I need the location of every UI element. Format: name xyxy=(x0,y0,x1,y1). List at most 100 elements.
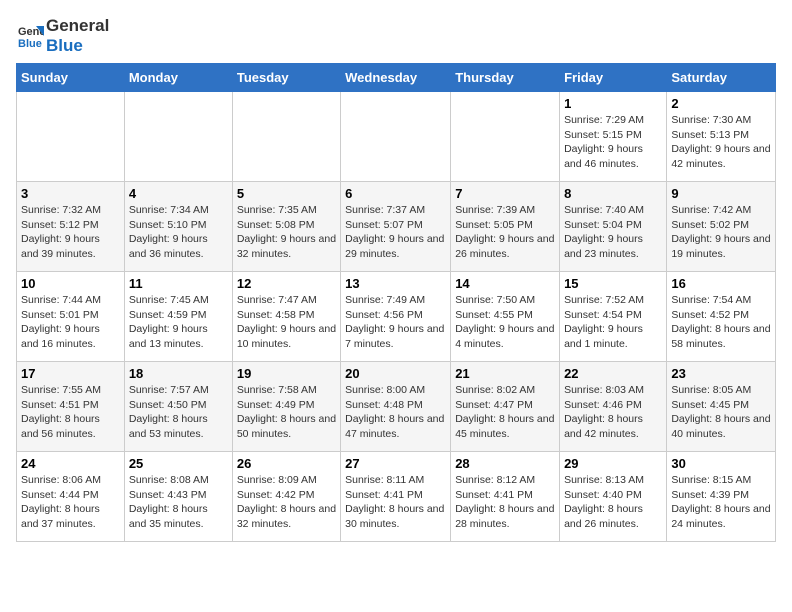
day-info: Sunrise: 7:55 AM Sunset: 4:51 PM Dayligh… xyxy=(21,383,120,442)
day-cell: 10 Sunrise: 7:44 AM Sunset: 5:01 PM Dayli… xyxy=(17,272,125,362)
weekday-header-monday: Monday xyxy=(124,64,232,92)
day-cell: 21 Sunrise: 8:02 AM Sunset: 4:47 PM Dayli… xyxy=(451,362,560,452)
day-cell: 1 Sunrise: 7:29 AM Sunset: 5:15 PM Daylig… xyxy=(560,92,667,182)
day-cell: 30 Sunrise: 8:15 AM Sunset: 4:39 PM Dayli… xyxy=(667,452,776,542)
week-row-3: 10 Sunrise: 7:44 AM Sunset: 5:01 PM Dayli… xyxy=(17,272,776,362)
day-cell: 2 Sunrise: 7:30 AM Sunset: 5:13 PM Daylig… xyxy=(667,92,776,182)
day-number: 2 xyxy=(671,96,771,111)
svg-text:Blue: Blue xyxy=(18,38,42,50)
day-info: Sunrise: 8:09 AM Sunset: 4:42 PM Dayligh… xyxy=(237,473,336,532)
day-info: Sunrise: 7:49 AM Sunset: 4:56 PM Dayligh… xyxy=(345,293,446,352)
day-number: 8 xyxy=(564,186,662,201)
day-cell: 23Sunrise: 8:05 AM Sunset: 4:45 PM Dayli… xyxy=(667,362,776,452)
day-number: 18 xyxy=(129,366,228,381)
day-number: 4 xyxy=(129,186,228,201)
day-info: Sunrise: 7:58 AM Sunset: 4:49 PM Dayligh… xyxy=(237,383,336,442)
day-cell xyxy=(341,92,451,182)
day-info: Sunrise: 8:12 AM Sunset: 4:41 PM Dayligh… xyxy=(455,473,555,532)
day-number: 27 xyxy=(345,456,446,471)
day-cell: 5 Sunrise: 7:35 AM Sunset: 5:08 PM Daylig… xyxy=(232,182,340,272)
day-info: Sunrise: 7:35 AM Sunset: 5:08 PM Dayligh… xyxy=(237,203,336,262)
day-number: 13 xyxy=(345,276,446,291)
day-number: 3 xyxy=(21,186,120,201)
day-number: 28 xyxy=(455,456,555,471)
day-cell: 3 Sunrise: 7:32 AM Sunset: 5:12 PM Daylig… xyxy=(17,182,125,272)
day-number: 29 xyxy=(564,456,662,471)
day-number: 15 xyxy=(564,276,662,291)
day-number: 1 xyxy=(564,96,662,111)
weekday-header-friday: Friday xyxy=(560,64,667,92)
day-cell: 8 Sunrise: 7:40 AM Sunset: 5:04 PM Daylig… xyxy=(560,182,667,272)
day-info: Sunrise: 7:50 AM Sunset: 4:55 PM Dayligh… xyxy=(455,293,555,352)
day-cell: 7 Sunrise: 7:39 AM Sunset: 5:05 PM Daylig… xyxy=(451,182,560,272)
day-number: 7 xyxy=(455,186,555,201)
day-info: Sunrise: 8:02 AM Sunset: 4:47 PM Dayligh… xyxy=(455,383,555,442)
day-number: 26 xyxy=(237,456,336,471)
week-row-2: 3 Sunrise: 7:32 AM Sunset: 5:12 PM Daylig… xyxy=(17,182,776,272)
day-cell: 26 Sunrise: 8:09 AM Sunset: 4:42 PM Dayli… xyxy=(232,452,340,542)
day-number: 17 xyxy=(21,366,120,381)
day-cell: 11 Sunrise: 7:45 AM Sunset: 4:59 PM Dayli… xyxy=(124,272,232,362)
day-number: 10 xyxy=(21,276,120,291)
day-number: 19 xyxy=(237,366,336,381)
day-info: Sunrise: 7:45 AM Sunset: 4:59 PM Dayligh… xyxy=(129,293,228,352)
week-row-5: 24Sunrise: 8:06 AM Sunset: 4:44 PM Dayli… xyxy=(17,452,776,542)
weekday-header-tuesday: Tuesday xyxy=(232,64,340,92)
calendar-table: SundayMondayTuesdayWednesdayThursdayFrid… xyxy=(16,63,776,542)
day-cell xyxy=(124,92,232,182)
day-cell: 28 Sunrise: 8:12 AM Sunset: 4:41 PM Dayli… xyxy=(451,452,560,542)
day-cell: 14 Sunrise: 7:50 AM Sunset: 4:55 PM Dayli… xyxy=(451,272,560,362)
day-cell: 22Sunrise: 8:03 AM Sunset: 4:46 PM Dayli… xyxy=(560,362,667,452)
day-number: 16 xyxy=(671,276,771,291)
weekday-header-row: SundayMondayTuesdayWednesdayThursdayFrid… xyxy=(17,64,776,92)
day-cell: 29 Sunrise: 8:13 AM Sunset: 4:40 PM Dayli… xyxy=(560,452,667,542)
logo-icon: General Blue xyxy=(16,22,44,50)
day-info: Sunrise: 7:52 AM Sunset: 4:54 PM Dayligh… xyxy=(564,293,662,352)
week-row-1: 1 Sunrise: 7:29 AM Sunset: 5:15 PM Daylig… xyxy=(17,92,776,182)
day-cell xyxy=(451,92,560,182)
day-number: 5 xyxy=(237,186,336,201)
page-header: General Blue General Blue xyxy=(16,16,776,55)
day-info: Sunrise: 8:15 AM Sunset: 4:39 PM Dayligh… xyxy=(671,473,771,532)
day-number: 25 xyxy=(129,456,228,471)
day-info: Sunrise: 7:40 AM Sunset: 5:04 PM Dayligh… xyxy=(564,203,662,262)
day-number: 30 xyxy=(671,456,771,471)
day-cell: 18 Sunrise: 7:57 AM Sunset: 4:50 PM Dayli… xyxy=(124,362,232,452)
day-cell: 12 Sunrise: 7:47 AM Sunset: 4:58 PM Dayli… xyxy=(232,272,340,362)
day-number: 24 xyxy=(21,456,120,471)
day-cell: 13 Sunrise: 7:49 AM Sunset: 4:56 PM Dayli… xyxy=(341,272,451,362)
day-info: Sunrise: 7:57 AM Sunset: 4:50 PM Dayligh… xyxy=(129,383,228,442)
day-number: 21 xyxy=(455,366,555,381)
weekday-header-thursday: Thursday xyxy=(451,64,560,92)
logo: General Blue General Blue xyxy=(16,16,109,55)
day-info: Sunrise: 7:32 AM Sunset: 5:12 PM Dayligh… xyxy=(21,203,120,262)
day-number: 11 xyxy=(129,276,228,291)
day-info: Sunrise: 7:29 AM Sunset: 5:15 PM Dayligh… xyxy=(564,113,662,172)
day-cell: 16 Sunrise: 7:54 AM Sunset: 4:52 PM Dayli… xyxy=(667,272,776,362)
day-cell xyxy=(232,92,340,182)
day-cell: 20Sunrise: 8:00 AM Sunset: 4:48 PM Dayli… xyxy=(341,362,451,452)
day-info: Sunrise: 7:37 AM Sunset: 5:07 PM Dayligh… xyxy=(345,203,446,262)
day-info: Sunrise: 7:30 AM Sunset: 5:13 PM Dayligh… xyxy=(671,113,771,172)
day-number: 6 xyxy=(345,186,446,201)
day-number: 12 xyxy=(237,276,336,291)
day-info: Sunrise: 7:42 AM Sunset: 5:02 PM Dayligh… xyxy=(671,203,771,262)
day-info: Sunrise: 7:47 AM Sunset: 4:58 PM Dayligh… xyxy=(237,293,336,352)
day-info: Sunrise: 8:13 AM Sunset: 4:40 PM Dayligh… xyxy=(564,473,662,532)
weekday-header-wednesday: Wednesday xyxy=(341,64,451,92)
day-number: 20 xyxy=(345,366,446,381)
logo-blue: Blue xyxy=(46,36,109,56)
day-cell: 9 Sunrise: 7:42 AM Sunset: 5:02 PM Daylig… xyxy=(667,182,776,272)
day-info: Sunrise: 8:03 AM Sunset: 4:46 PM Dayligh… xyxy=(564,383,662,442)
day-info: Sunrise: 8:11 AM Sunset: 4:41 PM Dayligh… xyxy=(345,473,446,532)
day-cell: 6 Sunrise: 7:37 AM Sunset: 5:07 PM Daylig… xyxy=(341,182,451,272)
logo-general: General xyxy=(46,16,109,36)
day-cell: 24Sunrise: 8:06 AM Sunset: 4:44 PM Dayli… xyxy=(17,452,125,542)
day-info: Sunrise: 7:54 AM Sunset: 4:52 PM Dayligh… xyxy=(671,293,771,352)
day-number: 9 xyxy=(671,186,771,201)
day-info: Sunrise: 7:39 AM Sunset: 5:05 PM Dayligh… xyxy=(455,203,555,262)
day-info: Sunrise: 7:44 AM Sunset: 5:01 PM Dayligh… xyxy=(21,293,120,352)
day-number: 14 xyxy=(455,276,555,291)
day-cell xyxy=(17,92,125,182)
day-cell: 15 Sunrise: 7:52 AM Sunset: 4:54 PM Dayli… xyxy=(560,272,667,362)
